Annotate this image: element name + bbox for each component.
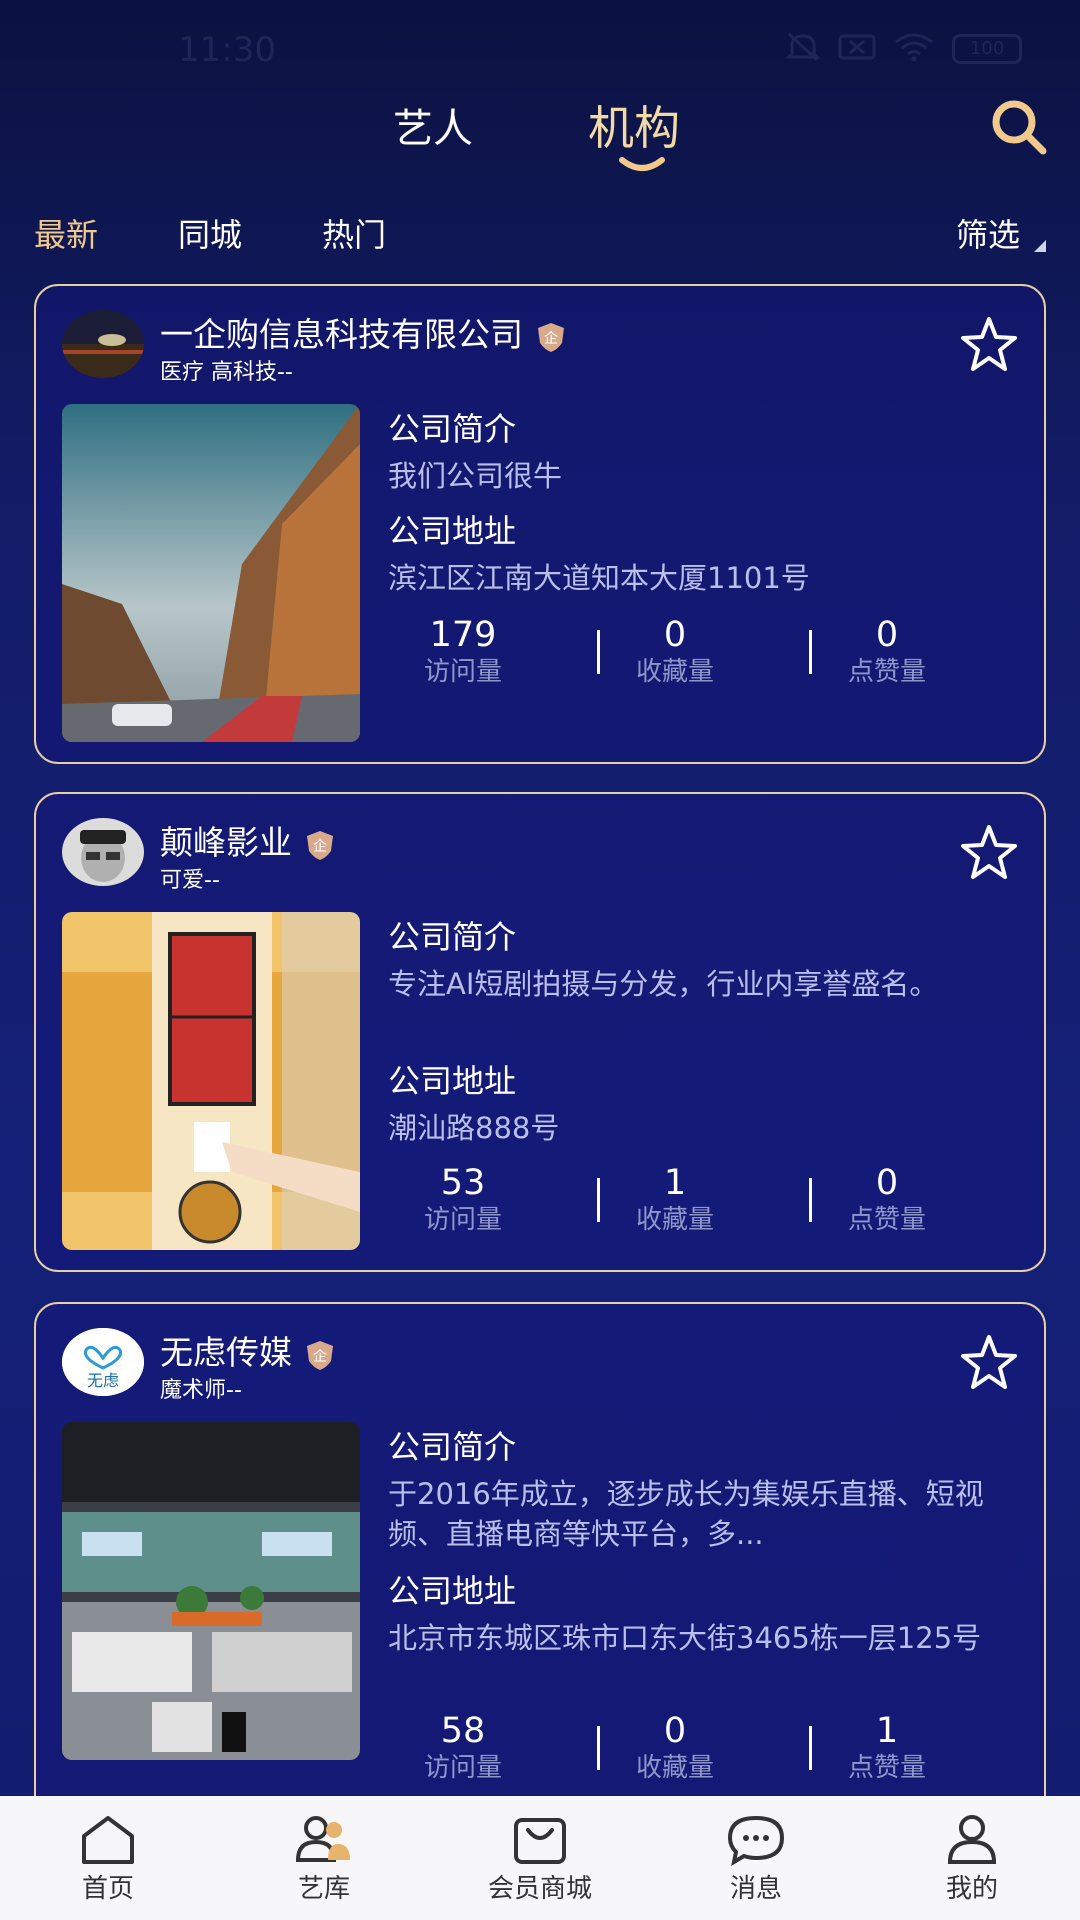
intro-text: 专注AI短剧拍摄与分发，行业内享誉盛名。 xyxy=(388,967,939,1001)
tab-active-indicator xyxy=(619,157,665,171)
nav-mall[interactable]: 会员商城 xyxy=(460,1814,620,1905)
tab-artist[interactable]: 艺人 xyxy=(393,96,473,154)
filter-same-city[interactable]: 同城 xyxy=(178,210,242,256)
filter-hot[interactable]: 热门 xyxy=(322,210,386,256)
logo-text: 无虑 xyxy=(87,1371,119,1390)
org-name: 颠峰影业企 xyxy=(160,816,336,864)
org-tags: 可爱-- xyxy=(160,868,220,893)
stats-row: 53 访问量 1 收藏量 0 点赞量 xyxy=(388,1164,1028,1235)
stat-likes: 0 点赞量 xyxy=(847,1163,926,1235)
nav-mine-label: 我的 xyxy=(945,1874,998,1904)
battery-icon: 100 xyxy=(952,34,1022,64)
nav-mine[interactable]: 我的 xyxy=(892,1814,1052,1905)
org-tags: 医疗 高科技-- xyxy=(160,360,293,385)
org-name: 一企购信息科技有限公司企 xyxy=(160,308,567,356)
filter-bar: 最新 同城 热门 筛选 xyxy=(0,210,1080,260)
verified-badge-icon: 企 xyxy=(307,1340,333,1370)
home-icon xyxy=(82,1816,134,1864)
nav-home[interactable]: 首页 xyxy=(28,1814,188,1905)
status-bar: 11:30 100 xyxy=(0,0,1080,100)
sim-icon xyxy=(838,33,876,65)
address-section: 公司地址 潮汕路888号 xyxy=(388,1056,1028,1148)
address-title: 公司地址 xyxy=(388,512,517,550)
org-photo xyxy=(62,404,360,742)
filter-dropdown-icon xyxy=(1034,240,1046,252)
svg-text:企: 企 xyxy=(313,838,327,855)
top-tabs: 艺人 机构 xyxy=(0,96,1080,186)
org-photo xyxy=(62,1422,360,1760)
stat-likes: 0 点赞量 xyxy=(847,615,926,687)
avatar xyxy=(62,310,144,378)
status-icons: 100 xyxy=(785,32,1022,66)
wifi-icon xyxy=(894,32,934,66)
intro-title: 公司简介 xyxy=(388,410,517,448)
intro-text: 我们公司很牛 xyxy=(388,459,563,493)
address-title: 公司地址 xyxy=(388,1062,517,1100)
intro-title: 公司简介 xyxy=(388,1428,517,1466)
org-card[interactable]: 一企购信息科技有限公司企 医疗 高科技-- 公司简介 我们公司很牛 公司地址 滨… xyxy=(34,284,1046,764)
intro-section: 公司简介 专注AI短剧拍摄与分发，行业内享誉盛名。 xyxy=(388,912,1028,1004)
nav-messages[interactable]: 消息 xyxy=(676,1814,836,1905)
nav-messages-label: 消息 xyxy=(729,1874,782,1904)
chat-bubble-icon xyxy=(727,1815,785,1866)
stat-visits: 179 访问量 xyxy=(423,615,502,687)
org-tags: 魔术师-- xyxy=(160,1378,242,1403)
avatar xyxy=(62,818,144,886)
intro-section: 公司简介 我们公司很牛 xyxy=(388,404,1028,496)
address-title: 公司地址 xyxy=(388,1572,517,1610)
user-icon xyxy=(947,1815,997,1864)
intro-text: 于2016年成立，逐步成长为集娱乐直播、短视频、直播电商等快平台，多... xyxy=(388,1477,984,1551)
stat-favorites: 1 收藏量 xyxy=(635,1163,714,1235)
nav-home-label: 首页 xyxy=(81,1874,134,1904)
favorite-star-icon[interactable] xyxy=(960,1334,1018,1390)
org-photo xyxy=(62,912,360,1250)
address-text: 滨江区江南大道知本大厦1101号 xyxy=(388,561,810,595)
stat-favorites: 0 收藏量 xyxy=(635,615,714,687)
stat-likes: 1 点赞量 xyxy=(847,1711,926,1783)
tab-org[interactable]: 机构 xyxy=(588,92,680,158)
address-section: 公司地址 北京市东城区珠市口东大街3465栋一层125号 xyxy=(388,1566,1028,1658)
org-card[interactable]: 无虑 无虑传媒企 魔术师-- 公司简介 于2016年成立，逐步成长为集娱乐直播、… xyxy=(34,1302,1046,1822)
nav-library[interactable]: 艺库 xyxy=(244,1814,404,1905)
intro-section: 公司简介 于2016年成立，逐步成长为集娱乐直播、短视频、直播电商等快平台，多.… xyxy=(388,1422,1028,1554)
stat-visits: 58 访问量 xyxy=(423,1711,502,1783)
shopping-bag-icon xyxy=(514,1818,566,1864)
org-card[interactable]: 颠峰影业企 可爱-- 公司简介 专注AI短剧拍摄与分发，行业内享誉盛名。 公司地… xyxy=(34,792,1046,1272)
bottom-nav: 首页 艺库 会员商城 消息 我的 xyxy=(0,1796,1080,1920)
intro-title: 公司简介 xyxy=(388,918,517,956)
stat-visits: 53 访问量 xyxy=(423,1163,502,1235)
nav-library-label: 艺库 xyxy=(297,1874,350,1904)
favorite-star-icon[interactable] xyxy=(960,824,1018,880)
filter-button[interactable]: 筛选 xyxy=(956,210,1020,256)
address-text: 北京市东城区珠市口东大街3465栋一层125号 xyxy=(388,1621,982,1655)
stats-row: 179 访问量 0 收藏量 0 点赞量 xyxy=(388,616,1028,687)
nav-mall-label: 会员商城 xyxy=(487,1874,592,1904)
address-section: 公司地址 滨江区江南大道知本大厦1101号 xyxy=(388,506,1028,598)
svg-text:企: 企 xyxy=(313,1348,327,1365)
filter-latest[interactable]: 最新 xyxy=(34,210,98,256)
org-name: 无虑传媒企 xyxy=(160,1326,336,1374)
stats-row: 58 访问量 0 收藏量 1 点赞量 xyxy=(388,1712,1028,1783)
users-icon xyxy=(295,1816,350,1862)
address-text: 潮汕路888号 xyxy=(388,1111,560,1145)
search-icon[interactable] xyxy=(988,96,1050,158)
stat-favorites: 0 收藏量 xyxy=(635,1711,714,1783)
svg-text:企: 企 xyxy=(544,330,558,347)
verified-badge-icon: 企 xyxy=(538,322,564,352)
verified-badge-icon: 企 xyxy=(307,830,333,860)
avatar: 无虑 xyxy=(62,1328,144,1396)
status-time: 11:30 xyxy=(178,30,276,70)
favorite-star-icon[interactable] xyxy=(960,316,1018,372)
mute-icon xyxy=(785,32,821,66)
